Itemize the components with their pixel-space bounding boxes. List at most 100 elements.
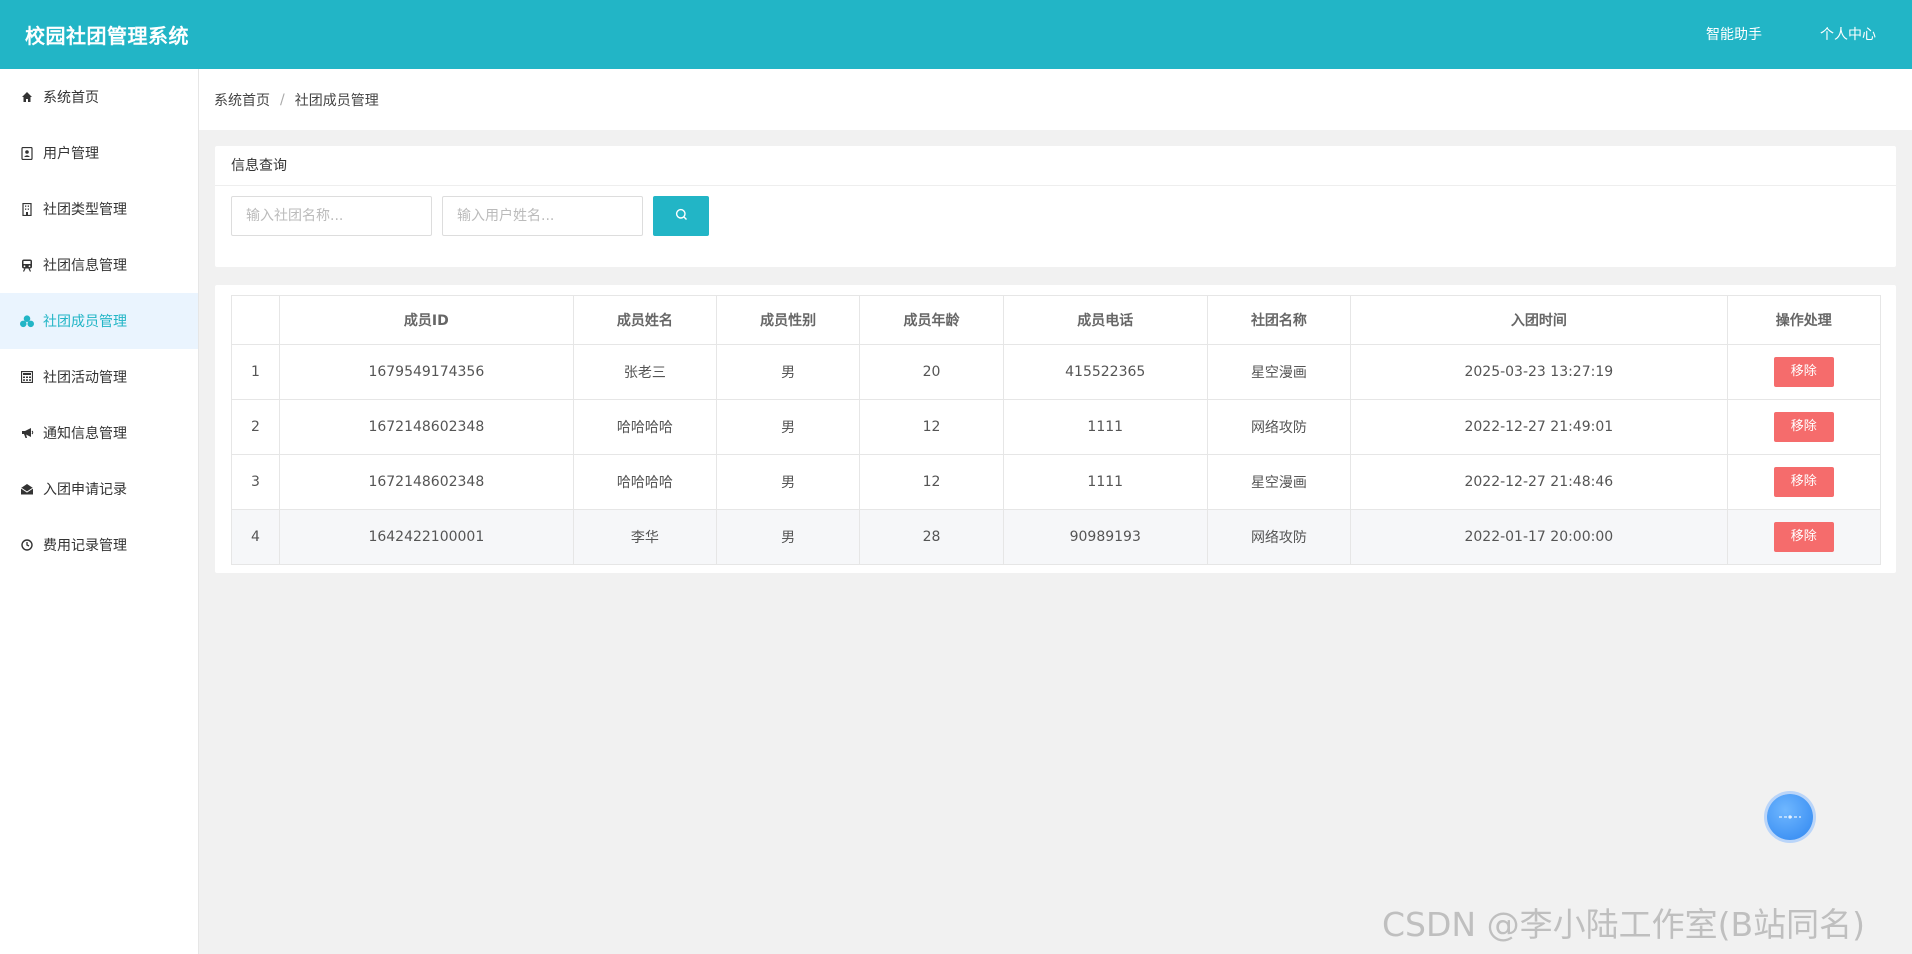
- cell-index: 2: [231, 399, 280, 455]
- train-icon: [20, 258, 34, 272]
- sidebar-item-label: 费用记录管理: [43, 538, 127, 554]
- sidebar-item-club-types[interactable]: 社团类型管理: [0, 181, 198, 237]
- floating-assistant-button[interactable]: [1767, 794, 1813, 840]
- cell-actions: 移除: [1726, 344, 1882, 400]
- sidebar-item-label: 用户管理: [43, 146, 99, 162]
- cell-club-name: 星空漫画: [1206, 344, 1352, 400]
- sidebar-item-notices[interactable]: 通知信息管理: [0, 405, 198, 461]
- cell-member-name: 张老三: [572, 344, 718, 400]
- query-title: 信息查询: [215, 146, 1896, 186]
- cell-join-time: 2022-01-17 20:00:00: [1350, 509, 1728, 565]
- breadcrumb: 系统首页 / 社团成员管理: [199, 69, 1912, 130]
- cell-club-name: 网络攻防: [1206, 399, 1352, 455]
- cell-actions: 移除: [1726, 509, 1882, 565]
- table-row: 1 1679549174356 张老三 男 20 415522365 星空漫画 …: [231, 344, 1882, 400]
- sidebar-item-label: 社团成员管理: [43, 314, 127, 330]
- remove-button[interactable]: 移除: [1773, 522, 1834, 552]
- header-member-phone: 成员电话: [1002, 295, 1208, 345]
- table-row: 2 1672148602348 哈哈哈哈 男 12 1111 网络攻防 2022…: [231, 399, 1882, 455]
- breadcrumb-current: 社团成员管理: [294, 92, 379, 109]
- cell-member-age: 20: [859, 344, 1004, 400]
- cell-index: 4: [231, 509, 280, 565]
- building-icon: [20, 202, 34, 216]
- cell-member-name: 哈哈哈哈: [572, 454, 718, 510]
- cell-join-time: 2022-12-27 21:49:01: [1350, 399, 1728, 455]
- cell-index: 1: [231, 344, 280, 400]
- header-index: [231, 295, 280, 345]
- remove-button[interactable]: 移除: [1773, 467, 1834, 497]
- user-card-icon: [20, 146, 34, 160]
- envelope-open-icon: [20, 482, 34, 496]
- header-actions: 操作处理: [1726, 295, 1882, 345]
- home-icon: [20, 90, 34, 104]
- cell-member-age: 12: [859, 454, 1004, 510]
- cell-member-phone: 90989193: [1002, 509, 1208, 565]
- cell-member-name: 哈哈哈哈: [572, 399, 718, 455]
- cell-member-phone: 1111: [1002, 454, 1208, 510]
- header-member-gender: 成员性别: [716, 295, 861, 345]
- sidebar-item-home[interactable]: 系统首页: [0, 69, 198, 125]
- breadcrumb-home[interactable]: 系统首页: [214, 90, 270, 110]
- sidebar-item-applications[interactable]: 入团申请记录: [0, 461, 198, 517]
- breadcrumb-separator: /: [280, 91, 285, 108]
- cell-member-phone: 1111: [1002, 399, 1208, 455]
- cell-member-gender: 男: [716, 454, 861, 510]
- cell-club-name: 网络攻防: [1206, 509, 1352, 565]
- sidebar-item-label: 入团申请记录: [43, 482, 127, 498]
- header-member-age: 成员年龄: [859, 295, 1004, 345]
- cell-member-age: 12: [859, 399, 1004, 455]
- remove-button[interactable]: 移除: [1773, 357, 1834, 387]
- bullhorn-icon: [20, 426, 34, 440]
- sidebar-item-fees[interactable]: 费用记录管理: [0, 517, 198, 573]
- cell-member-id: 1672148602348: [279, 454, 574, 510]
- top-header: 校园社团管理系统 智能助手 个人中心: [0, 0, 1912, 69]
- remove-button[interactable]: 移除: [1773, 412, 1834, 442]
- header-join-time: 入团时间: [1350, 295, 1728, 345]
- search-button[interactable]: [653, 196, 709, 236]
- cell-member-age: 28: [859, 509, 1004, 565]
- cell-index: 3: [231, 454, 280, 510]
- cell-member-phone: 415522365: [1002, 344, 1208, 400]
- table-row: 4 1642422100001 李华 男 28 90989193 网络攻防 20…: [231, 509, 1882, 565]
- header-member-name: 成员姓名: [572, 295, 718, 345]
- sidebar-item-club-activities[interactable]: 社团活动管理: [0, 349, 198, 405]
- sidebar-item-label: 社团类型管理: [43, 202, 127, 218]
- top-nav: 智能助手 个人中心: [1706, 24, 1876, 44]
- cell-actions: 移除: [1726, 454, 1882, 510]
- cubes-icon: [20, 314, 34, 328]
- cell-member-name: 李华: [572, 509, 718, 565]
- app-title: 校园社团管理系统: [25, 24, 189, 48]
- assistant-link[interactable]: 智能助手: [1706, 24, 1762, 44]
- cell-join-time: 2022-12-27 21:48:46: [1350, 454, 1728, 510]
- cell-member-gender: 男: [716, 344, 861, 400]
- sidebar-item-users[interactable]: 用户管理: [0, 125, 198, 181]
- sidebar-item-club-info[interactable]: 社团信息管理: [0, 237, 198, 293]
- chat-bubble-icon: [1777, 808, 1803, 827]
- sidebar-item-label: 社团活动管理: [43, 370, 127, 386]
- sidebar-item-label: 社团信息管理: [43, 258, 127, 274]
- clock-icon: [20, 538, 34, 552]
- members-table: 成员ID 成员姓名 成员性别 成员年龄 成员电话 社团名称 入团时间 操作处理 …: [231, 295, 1882, 565]
- table-row: 3 1672148602348 哈哈哈哈 男 12 1111 星空漫画 2022…: [231, 454, 1882, 510]
- cell-member-id: 1672148602348: [279, 399, 574, 455]
- table-panel: 成员ID 成员姓名 成员性别 成员年龄 成员电话 社团名称 入团时间 操作处理 …: [215, 285, 1896, 573]
- cell-member-gender: 男: [716, 509, 861, 565]
- club-name-input[interactable]: [231, 196, 432, 236]
- query-panel: 信息查询: [215, 146, 1896, 267]
- search-icon: [675, 208, 688, 224]
- query-form: [231, 196, 709, 236]
- cell-member-id: 1679549174356: [279, 344, 574, 400]
- header-member-id: 成员ID: [279, 295, 574, 345]
- sidebar-item-club-members[interactable]: 社团成员管理: [0, 293, 198, 349]
- sidebar-item-label: 通知信息管理: [43, 426, 127, 442]
- calculator-icon: [20, 370, 34, 384]
- user-name-input[interactable]: [442, 196, 643, 236]
- sidebar-item-label: 系统首页: [43, 90, 99, 106]
- table-header-row: 成员ID 成员姓名 成员性别 成员年龄 成员电话 社团名称 入团时间 操作处理: [231, 295, 1882, 345]
- cell-member-gender: 男: [716, 399, 861, 455]
- cell-actions: 移除: [1726, 399, 1882, 455]
- profile-link[interactable]: 个人中心: [1820, 24, 1876, 44]
- sidebar: 系统首页 用户管理 社团类型管理 社团信息管理 社团成员管理 社团活动管理 通知…: [0, 69, 199, 954]
- cell-join-time: 2025-03-23 13:27:19: [1350, 344, 1728, 400]
- header-club-name: 社团名称: [1206, 295, 1352, 345]
